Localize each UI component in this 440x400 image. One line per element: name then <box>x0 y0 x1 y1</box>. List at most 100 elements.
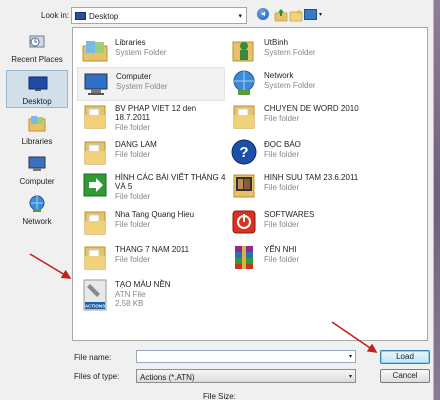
user-folder-icon <box>232 41 254 62</box>
item-type: File folder <box>264 114 300 123</box>
list-item[interactable]: Computer System Folder <box>77 67 225 101</box>
network-icon <box>233 70 255 95</box>
item-type: File folder <box>264 183 300 192</box>
item-type: File folder <box>115 150 151 159</box>
folder-icon <box>233 105 255 129</box>
recent-places-icon <box>29 35 45 48</box>
item-name: Network <box>264 71 294 80</box>
item-name: Computer <box>116 72 152 81</box>
item-name: SOFTWARES <box>264 210 315 219</box>
list-item[interactable]: UtBinh System Folder <box>226 34 374 68</box>
chevron-down-icon: ▾ <box>238 13 242 20</box>
files-of-type-label: Files of type: <box>74 372 120 381</box>
actions-file-icon: ACTIONS <box>83 279 107 311</box>
list-item[interactable]: Libraries System Folder <box>77 34 225 68</box>
item-type: System Folder <box>264 81 316 90</box>
item-type: File folder <box>264 220 300 229</box>
list-item[interactable]: YẾN NHI File folder <box>226 241 374 275</box>
folder-icon <box>84 105 106 129</box>
list-item[interactable]: BV PHAP VIET 12 den 18.7.2011 File folde… <box>77 100 225 134</box>
look-in-row: Look in: Desktop ▾ ◂ ▾ <box>0 7 434 25</box>
place-computer[interactable]: Computer <box>6 151 68 191</box>
background-window-edge <box>434 0 440 400</box>
item-name: BV PHAP VIET 12 den 18.7.2011 <box>115 104 197 122</box>
item-name: HÌNH CÁC BÀI VIẾT THÁNG 4 VÀ 5 <box>115 173 226 191</box>
list-item[interactable]: HÌNH CÁC BÀI VIẾT THÁNG 4 VÀ 5 File fold… <box>77 169 225 203</box>
item-type: File folder <box>115 123 151 132</box>
look-in-value: Desktop <box>89 12 119 21</box>
libraries-icon <box>28 116 46 132</box>
item-type: System Folder <box>116 82 168 91</box>
list-item-atn-file[interactable]: ACTIONS TẠO MÀU NỀN ATN File 2.58 KB <box>77 276 225 320</box>
place-label: Computer <box>19 177 55 186</box>
item-type: ATN File <box>115 290 146 299</box>
up-folder-icon <box>274 9 288 22</box>
list-item[interactable]: DANG LAM File folder <box>77 136 225 170</box>
item-name: ĐỌC BÁO <box>264 140 301 149</box>
folder-icon <box>84 246 106 270</box>
svg-text:ACTIONS: ACTIONS <box>85 304 105 309</box>
place-label: Desktop <box>22 97 52 106</box>
annotation-arrow <box>29 253 72 279</box>
cancel-button[interactable]: Cancel <box>380 369 430 383</box>
desktop-icon <box>75 12 86 20</box>
place-desktop[interactable]: Desktop <box>6 70 68 108</box>
new-folder-button[interactable] <box>289 8 303 22</box>
item-type: File folder <box>264 150 300 159</box>
views-menu-button[interactable]: ▾ <box>304 8 326 22</box>
list-item[interactable]: Nha Tang Quang Hieu File folder <box>77 206 225 240</box>
look-in-label: Look in: <box>41 11 70 20</box>
power-icon <box>232 210 256 234</box>
computer-icon <box>84 73 108 95</box>
files-of-type-select[interactable]: Actions (*.ATN) ▾ <box>136 369 356 383</box>
folder-icon <box>84 211 106 235</box>
item-name: HINH SUU TAM 23.6.2011 <box>264 173 359 182</box>
place-recent-places[interactable]: Recent Places <box>6 29 68 69</box>
place-label: Recent Places <box>11 55 63 64</box>
list-item[interactable]: Network System Folder <box>226 67 374 101</box>
file-size-label: File Size: <box>203 392 236 400</box>
winrar-icon <box>235 246 253 269</box>
back-button[interactable]: ◂ <box>257 8 271 22</box>
place-libraries[interactable]: Libraries <box>6 111 68 151</box>
item-name: THANG 7 NAM 2011 <box>115 245 190 254</box>
network-icon <box>29 195 45 212</box>
item-type: System Folder <box>115 48 167 57</box>
item-type: File folder <box>115 192 151 201</box>
item-name: YẾN NHI <box>264 245 297 254</box>
list-item[interactable]: THANG 7 NAM 2011 File folder <box>77 241 225 275</box>
place-network[interactable]: Network <box>6 191 68 231</box>
places-bar: Recent Places Desktop Libraries Computer <box>6 27 68 239</box>
load-button[interactable]: Load <box>380 350 430 364</box>
files-of-type-value: Actions (*.ATN) <box>140 373 195 382</box>
item-type: System Folder <box>264 48 316 57</box>
list-item[interactable]: ? ĐỌC BÁO File folder <box>226 136 374 170</box>
file-list[interactable]: Libraries System Folder UtBinh System Fo… <box>72 27 428 341</box>
item-size: 2.58 KB <box>115 299 144 308</box>
chevron-down-icon: ▾ <box>348 374 352 380</box>
svg-text:?: ? <box>239 144 248 161</box>
item-name: UtBinh <box>264 38 289 47</box>
film-folder-icon <box>233 174 255 198</box>
libraries-icon <box>82 41 108 62</box>
green-arrow-icon <box>83 173 107 197</box>
computer-icon <box>28 156 46 171</box>
annotation-arrow <box>331 321 378 353</box>
place-label: Libraries <box>21 137 53 146</box>
place-label: Network <box>22 217 52 226</box>
look-in-dropdown[interactable]: Desktop ▾ <box>71 7 247 24</box>
back-arrow-icon: ◂ <box>257 8 269 20</box>
up-one-level-button[interactable] <box>274 8 288 22</box>
item-type: File folder <box>115 220 151 229</box>
list-item[interactable]: CHUYEN DE WORD 2010 File folder <box>226 100 374 134</box>
item-name: DANG LAM <box>115 140 157 149</box>
item-name: Libraries <box>115 38 146 47</box>
views-icon <box>304 9 317 20</box>
list-item[interactable]: SOFTWARES File folder <box>226 206 374 240</box>
open-file-dialog: Look in: Desktop ▾ ◂ ▾ Recent Places Des… <box>0 0 434 400</box>
item-name: CHUYEN DE WORD 2010 <box>264 104 359 113</box>
item-name: TẠO MÀU NỀN <box>115 280 171 289</box>
file-name-input[interactable]: ▾ <box>136 350 356 363</box>
list-item[interactable]: HINH SUU TAM 23.6.2011 File folder <box>226 169 374 203</box>
folder-icon <box>84 141 106 165</box>
